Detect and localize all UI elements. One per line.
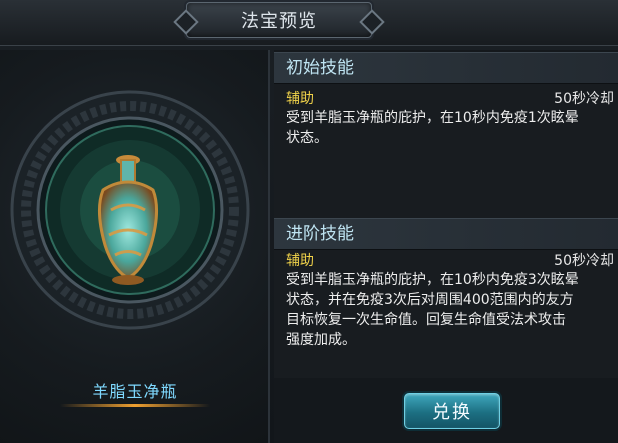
description-line: 受到羊脂玉净瓶的庇护，在10秒内免疫1次眩晕	[286, 110, 579, 126]
initial-skill-body: 辅助 50秒冷却 受到羊脂玉净瓶的庇护，在10秒内免疫1次眩晕 状态。	[274, 84, 618, 218]
advanced-skill-header: 进阶技能	[274, 218, 618, 250]
advanced-skill-body: 辅助 50秒冷却 受到羊脂玉净瓶的庇护，在10秒内免疫3次眩晕 状态，并在免疫3…	[274, 250, 618, 378]
description-line: 受到羊脂玉净瓶的庇护，在10秒内免疫3次眩晕	[286, 272, 579, 288]
name-underline	[60, 404, 210, 407]
initial-skill-cooldown: 50秒冷却	[554, 91, 614, 107]
jade-vase-icon	[98, 155, 158, 285]
advanced-skill-description: 受到羊脂玉净瓶的庇护，在10秒内免疫3次眩晕 状态，并在免疫3次后对周围400范…	[286, 270, 618, 350]
treasure-preview-window: 法宝预览 羊脂玉净瓶 初始技能 辅助 50秒冷却 受到羊脂玉净瓶的庇护，在10秒…	[0, 0, 618, 443]
initial-skill-description: 受到羊脂玉净瓶的庇护，在10秒内免疫1次眩晕 状态。	[286, 108, 618, 148]
description-line: 强度加成。	[286, 332, 356, 348]
treasure-showcase: 羊脂玉净瓶	[0, 50, 270, 443]
advanced-skill-cooldown: 50秒冷却	[554, 253, 614, 269]
advanced-skill-type: 辅助	[286, 253, 314, 269]
skills-panel: 初始技能 辅助 50秒冷却 受到羊脂玉净瓶的庇护，在10秒内免疫1次眩晕 状态。…	[274, 50, 618, 443]
window-title: 法宝预览	[241, 11, 317, 32]
description-line: 目标恢复一次生命值。回复生命值受法术攻击	[286, 312, 566, 328]
exchange-button[interactable]: 兑换	[404, 393, 500, 429]
title-plate: 法宝预览	[186, 2, 372, 38]
treasure-name: 羊脂玉净瓶	[92, 382, 178, 401]
description-line: 状态。	[286, 130, 328, 146]
description-line: 状态，并在免疫3次后对周围400范围内的友方	[286, 292, 574, 308]
initial-skill-header: 初始技能	[274, 52, 618, 84]
initial-skill-type: 辅助	[286, 91, 314, 107]
title-bar: 法宝预览	[0, 0, 618, 46]
